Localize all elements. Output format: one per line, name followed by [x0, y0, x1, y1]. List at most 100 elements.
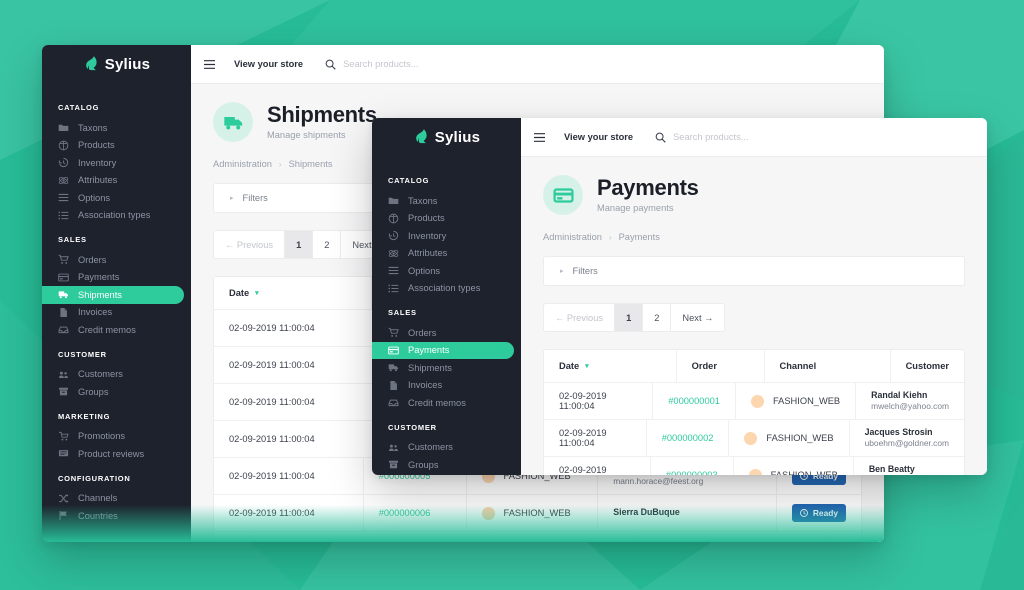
order-link[interactable]: #000000002 [662, 433, 714, 443]
cell-order[interactable]: #000000001 [653, 383, 736, 419]
hamburger-menu-icon[interactable] [204, 59, 215, 69]
sidebar-item-credit-memos[interactable]: Credit memos [42, 321, 184, 339]
column-header-date[interactable]: Date ▾ [544, 350, 677, 382]
order-link[interactable]: #000000003 [666, 470, 718, 475]
sidebar-item-countries[interactable]: Countries [42, 507, 184, 525]
payments-window[interactable]: Sylius CATALOG Taxons Products Inventory… [372, 118, 987, 475]
customer-email: uboehm@goldner.com [864, 438, 949, 449]
table-row[interactable]: 02-09-2019 11:00:04 #000000001 FASHION_W… [544, 383, 964, 420]
sidebar-item-taxons[interactable]: Taxons [372, 192, 514, 210]
sidebar-item-attributes[interactable]: Attributes [372, 245, 514, 263]
nav-section-catalog: CATALOG [388, 176, 430, 185]
customer-name: Randal Kiehn [871, 390, 928, 400]
credit-card-icon [388, 346, 399, 355]
sidebar-item-payments[interactable]: Payments [372, 341, 514, 359]
column-header-order[interactable]: Order [677, 350, 765, 382]
breadcrumb-item-current: Shipments [288, 159, 333, 169]
sidebar-item-options[interactable]: Options [42, 189, 184, 207]
brand-logo[interactable]: Sylius [42, 45, 191, 83]
cell-order[interactable]: #000000003 [651, 457, 734, 475]
pagination[interactable]: ← Previous 1 2 Next → [543, 303, 726, 332]
sidebar-item-label: Groups [78, 386, 109, 397]
order-link[interactable]: #000000001 [668, 396, 720, 406]
sidebar-item-products[interactable]: Products [372, 210, 514, 228]
sidebar-item-invoices[interactable]: Invoices [372, 377, 514, 395]
sidebar-item-label: Products [78, 140, 115, 151]
cube-icon [388, 213, 399, 224]
pagination-page-1[interactable]: 1 [285, 231, 314, 258]
sidebar-item-options[interactable]: Options [372, 262, 514, 280]
sidebar-item-shipments[interactable]: Shipments [42, 286, 184, 304]
sidebar-item-products[interactable]: Products [42, 137, 184, 155]
breadcrumb-item-administration[interactable]: Administration [543, 232, 602, 242]
pagination-previous[interactable]: ← Previous [544, 304, 616, 331]
sidebar-item-invoices[interactable]: Invoices [42, 304, 184, 322]
column-label: Date [559, 361, 580, 371]
search-icon [655, 132, 666, 143]
payments-table: Date ▾ Order Channel Customer 02-09-2019… [543, 349, 965, 475]
sidebar-item-association-types[interactable]: Association types [42, 207, 184, 225]
view-your-store-link[interactable]: View your store [564, 132, 633, 142]
list-icon [58, 194, 69, 202]
sidebar-item-orders[interactable]: Orders [372, 324, 514, 342]
sidebar-item-channels[interactable]: Channels [42, 490, 184, 508]
cell-order[interactable]: #000000002 [647, 420, 730, 456]
cell-date: 02-09-2019 11:00:04 [544, 383, 654, 419]
sidebar-item-orders[interactable]: Orders [42, 251, 184, 269]
order-link[interactable]: #000000006 [379, 508, 431, 518]
view-your-store-link[interactable]: View your store [234, 59, 303, 69]
sidebar-item-groups[interactable]: Groups [42, 383, 184, 401]
sidebar-item-association-types[interactable]: Association types [372, 280, 514, 298]
sidebar-item-label: Shipments [78, 289, 122, 300]
random-icon [59, 493, 69, 503]
nav-section-customer: CUSTOMER [58, 349, 107, 359]
hamburger-menu-icon[interactable] [534, 132, 545, 142]
sidebar-item-credit-memos[interactable]: Credit memos [372, 394, 514, 412]
sidebar-item-inventory[interactable]: Inventory [42, 154, 184, 172]
customer-name: Ben Beatty [868, 464, 915, 474]
cell-state [831, 532, 861, 542]
search-icon [325, 59, 336, 70]
file-icon [60, 307, 67, 317]
cell-order[interactable]: #000000006 [364, 495, 467, 531]
column-header-date[interactable]: Date ▾ [214, 277, 373, 309]
payments-nav: CATALOG Taxons Products Inventory Attrib… [372, 156, 521, 475]
sidebar-item-shipments[interactable]: Shipments [372, 359, 514, 377]
page-title: Shipments [267, 102, 377, 128]
search-products-field[interactable]: Search products... [325, 59, 419, 70]
pagination-next[interactable]: Next → [671, 304, 724, 331]
sidebar-item-taxons[interactable]: Taxons [42, 119, 184, 137]
filters-panel[interactable]: ▸ Filters [543, 256, 965, 286]
pagination-previous[interactable]: ← Previous [214, 231, 286, 258]
sidebar-item-promotions[interactable]: Promotions [42, 428, 184, 446]
cell-date: 02-09-2019 11:00:04 [214, 421, 379, 457]
cell-customer: Jacques Strosin uboehm@goldner.com [850, 420, 964, 456]
sidebar-item-customers[interactable]: Customers [42, 366, 184, 384]
pagination-page-2[interactable]: 2 [643, 304, 672, 331]
column-header-customer[interactable]: Customer [891, 350, 964, 382]
sidebar-item-payments[interactable]: Payments [42, 269, 184, 287]
sidebar-item-inventory[interactable]: Inventory [372, 227, 514, 245]
breadcrumb-item-administration[interactable]: Administration [213, 159, 272, 169]
pagination[interactable]: ← Previous 1 2 Next → [213, 230, 396, 259]
chevron-right-icon: ▸ [560, 268, 564, 275]
sidebar-item-attributes[interactable]: Attributes [42, 172, 184, 190]
cell-order[interactable]: #000000007 [378, 532, 491, 542]
sidebar-item-label: Shipments [408, 362, 452, 373]
sidebar-item-customers[interactable]: Customers [372, 439, 514, 457]
brand-name: Sylius [434, 128, 481, 146]
column-header-channel[interactable]: Channel [765, 350, 891, 382]
brand-logo[interactable]: Sylius [372, 118, 521, 156]
table-row[interactable]: 02-09-2019 11:00:04 #000000006 FASHION_W… [214, 495, 861, 532]
sidebar-item-groups[interactable]: Groups [372, 456, 514, 474]
atom-icon [58, 176, 69, 184]
pagination-page-2[interactable]: 2 [313, 231, 342, 258]
cell-channel: FASHION_WEB [734, 457, 854, 475]
page-subtitle: Manage shipments [267, 129, 346, 140]
search-products-field[interactable]: Search products... [655, 132, 749, 143]
table-row[interactable]: 02-09-2019 11:00:04 #000000007 FASHION_W… [214, 532, 861, 542]
table-row[interactable]: 02-09-2019 11:00:04 #000000002 FASHION_W… [544, 420, 964, 457]
table-row[interactable]: 02-09-2019 11:00:04 #000000003 FASHION_W… [544, 457, 964, 475]
sidebar-item-product-reviews[interactable]: Product reviews [42, 445, 184, 463]
pagination-page-1[interactable]: 1 [615, 304, 644, 331]
